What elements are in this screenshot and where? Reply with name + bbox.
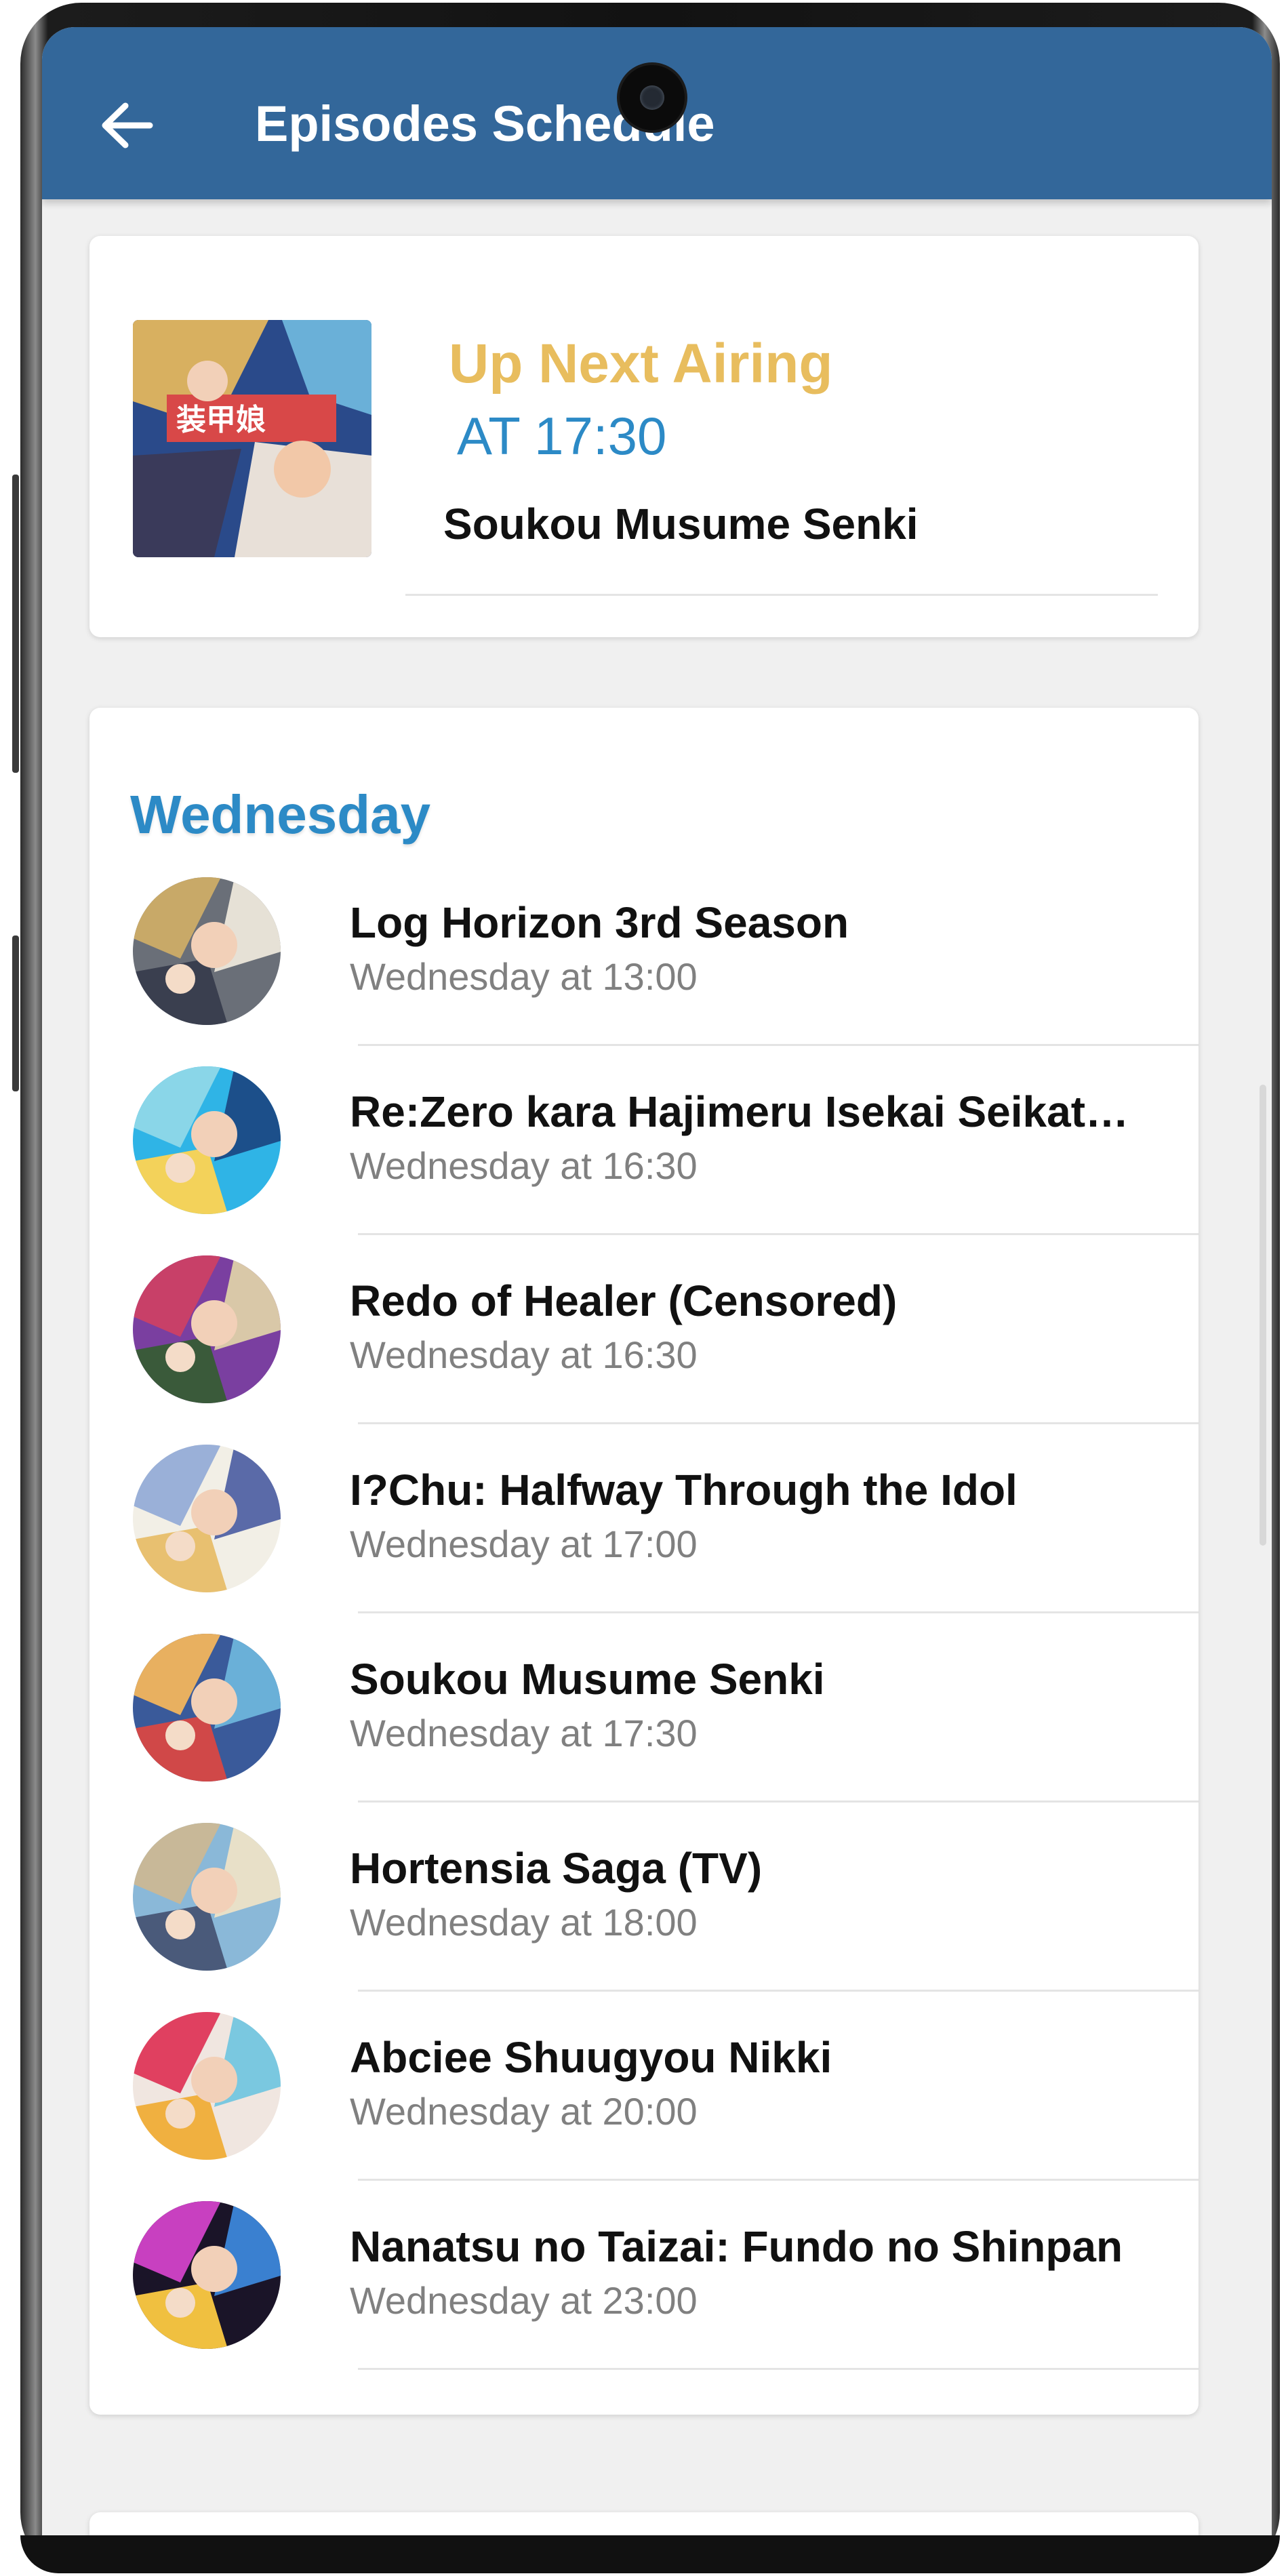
schedule-list-item[interactable]: Abciee Shuugyou Nikki Wednesday at 20:00 xyxy=(133,2012,1199,2202)
up-next-label: Up Next Airing xyxy=(449,333,833,395)
scrollbar[interactable] xyxy=(1260,1085,1266,1546)
up-next-title: Soukou Musume Senki xyxy=(443,500,919,548)
anime-avatar xyxy=(133,1634,281,1782)
anime-title: Hortensia Saga (TV) xyxy=(350,1844,763,1893)
schedule-list-item[interactable]: I?Chu: Halfway Through the Idol Wednesday… xyxy=(133,1445,1199,1634)
anime-avatar xyxy=(133,1255,281,1403)
front-camera xyxy=(620,65,685,130)
up-next-time: AT 17:30 xyxy=(457,406,667,466)
schedule-list-item[interactable]: Log Horizon 3rd Season Wednesday at 13:00 xyxy=(133,877,1199,1067)
divider xyxy=(358,1990,1199,1992)
anime-title: Soukou Musume Senki xyxy=(350,1655,825,1704)
divider xyxy=(358,1233,1199,1235)
airing-time: Wednesday at 23:00 xyxy=(350,2279,698,2322)
divider xyxy=(358,2368,1199,2370)
anime-title: Abciee Shuugyou Nikki xyxy=(350,2033,832,2082)
divider xyxy=(405,594,1158,596)
schedule-list-item[interactable]: Soukou Musume Senki Wednesday at 17:30 xyxy=(133,1634,1199,1824)
anime-title: Redo of Healer (Censored) xyxy=(350,1276,898,1325)
day-heading: Wednesday xyxy=(130,784,431,845)
anime-title: Re:Zero kara Hajimeru Isekai Seikatsu 2n… xyxy=(350,1087,1150,1136)
anime-title: Nanatsu no Taizai: Fundo no Shinpan xyxy=(350,2222,1123,2271)
back-button[interactable] xyxy=(89,88,164,163)
airing-time: Wednesday at 20:00 xyxy=(350,2090,698,2133)
schedule-list-item[interactable]: Redo of Healer (Censored) Wednesday at 16… xyxy=(133,1255,1199,1445)
up-next-card[interactable]: 装甲娘 Up Next Airing AT 17:30 Soukou Musum… xyxy=(89,236,1199,637)
divider xyxy=(358,1611,1199,1613)
schedule-list-item[interactable]: Nanatsu no Taizai: Fundo no Shinpan Wedne… xyxy=(133,2201,1199,2391)
app-screen: Episodes Schedule 装甲娘 Up Next Airing AT … xyxy=(42,27,1272,2542)
schedule-list-item[interactable]: Hortensia Saga (TV) Wednesday at 18:00 xyxy=(133,1823,1199,2013)
airing-time: Wednesday at 18:00 xyxy=(350,1901,698,1944)
arrow-left-icon xyxy=(102,102,153,148)
anime-avatar xyxy=(133,2201,281,2349)
anime-avatar xyxy=(133,877,281,1025)
volume-button xyxy=(12,475,19,773)
airing-time: Wednesday at 17:30 xyxy=(350,1712,698,1754)
anime-avatar xyxy=(133,1066,281,1214)
device-bottom-edge xyxy=(20,2535,1280,2573)
divider xyxy=(358,1800,1199,1803)
divider xyxy=(358,1422,1199,1424)
airing-time: Wednesday at 13:00 xyxy=(350,955,698,998)
schedule-list-item[interactable]: Re:Zero kara Hajimeru Isekai Seikatsu 2n… xyxy=(133,1066,1199,1256)
airing-time: Wednesday at 16:30 xyxy=(350,1333,698,1376)
anime-title: Log Horizon 3rd Season xyxy=(350,898,849,947)
power-button xyxy=(12,935,19,1091)
up-next-thumbnail: 装甲娘 xyxy=(133,320,371,557)
anime-avatar xyxy=(133,2012,281,2160)
airing-time: Wednesday at 17:00 xyxy=(350,1523,698,1565)
airing-time: Wednesday at 16:30 xyxy=(350,1144,698,1187)
divider xyxy=(358,1044,1199,1046)
anime-avatar xyxy=(133,1823,281,1971)
anime-avatar xyxy=(133,1445,281,1592)
svg-text:装甲娘: 装甲娘 xyxy=(176,403,266,437)
phone-frame: Episodes Schedule 装甲娘 Up Next Airing AT … xyxy=(0,0,1288,2576)
divider xyxy=(358,2179,1199,2181)
anime-title: I?Chu: Halfway Through the Idol xyxy=(350,1466,1018,1514)
